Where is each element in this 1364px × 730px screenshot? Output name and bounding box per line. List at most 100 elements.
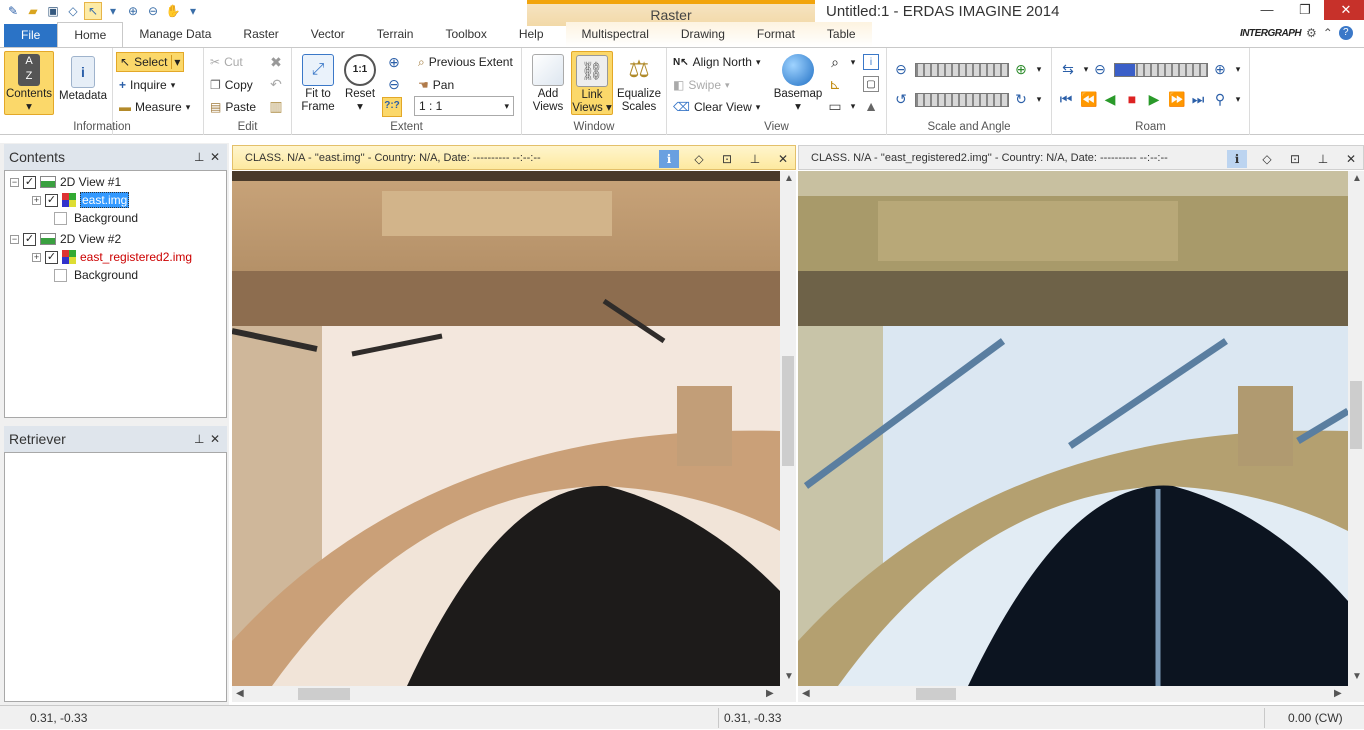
view1-hscroll-thumb[interactable] [298, 688, 350, 700]
tree-item-background-2[interactable]: Background [54, 266, 138, 284]
open-icon[interactable]: ▰ [24, 2, 42, 20]
play-icon[interactable]: ▶ [1146, 91, 1162, 107]
app-icon[interactable]: ✎ [4, 2, 22, 20]
previous-extent-button[interactable]: ⌕ Previous Extent [418, 52, 513, 72]
tree-item-background-1[interactable]: Background [54, 209, 138, 227]
tab-format[interactable]: Format [740, 22, 811, 47]
eraser-icon[interactable]: ◇ [689, 150, 709, 168]
scroll-left-icon[interactable]: ◀ [236, 688, 244, 699]
customize-qat-icon[interactable]: ▾ [184, 2, 202, 20]
tab-home[interactable]: Home [57, 22, 124, 47]
cursor-select-icon[interactable]: ↖ [84, 2, 102, 20]
cut-button[interactable]: ✂ Cut [210, 52, 243, 72]
tab-manage-data[interactable]: Manage Data [123, 22, 227, 47]
play-reverse-icon[interactable]: ◀ [1102, 91, 1118, 107]
close-icon[interactable]: ✕ [210, 426, 220, 452]
tab-raster[interactable]: Raster [227, 22, 294, 47]
scale-slider[interactable] [915, 63, 1009, 77]
close-icon[interactable]: ✕ [773, 150, 793, 168]
delete-icon[interactable]: ✖ [268, 54, 284, 70]
zoom-in-icon[interactable]: ⊕ [386, 54, 402, 70]
tab-file[interactable]: File [4, 24, 58, 47]
view1-image[interactable] [232, 171, 780, 686]
window-icon[interactable]: ▢ [863, 76, 879, 92]
chevron-down-icon[interactable]: ▾ [1230, 91, 1246, 107]
inquire-button[interactable]: + Inquire ▾ [119, 75, 175, 95]
info-icon[interactable]: i [863, 54, 879, 70]
zoom-query-icon[interactable]: ?:? [382, 97, 402, 117]
tree-item-view2[interactable]: − ✓ 2D View #2 [10, 230, 121, 248]
roam-options-icon[interactable]: ⚲ [1212, 91, 1228, 107]
view1-checkbox[interactable]: ✓ [23, 175, 36, 189]
pin-icon[interactable]: ⊥ [194, 426, 204, 452]
background1-checkbox[interactable] [54, 211, 67, 225]
view2-vscroll-thumb[interactable] [1350, 381, 1362, 449]
swipe-button[interactable]: ◧ Swipe ▾ [673, 75, 730, 95]
scroll-up-icon[interactable]: ▲ [1352, 173, 1362, 184]
tab-help[interactable]: Help [503, 22, 560, 47]
background2-checkbox[interactable] [54, 268, 67, 282]
expand-icon[interactable]: + [32, 195, 41, 205]
roam-minus-icon[interactable]: ⊖ [1092, 61, 1108, 77]
save-icon[interactable]: ▣ [44, 2, 62, 20]
paste-button[interactable]: ▤ Paste [210, 97, 256, 117]
link-views-button[interactable]: ⛓ Link Views ▾ [571, 51, 613, 115]
clear-view-button[interactable]: ⌫ Clear View ▾ [673, 97, 760, 117]
east-registered2-checkbox[interactable]: ✓ [45, 250, 58, 264]
tree-item-east-registered2-img[interactable]: + ✓ east_registered2.img [32, 248, 192, 266]
undo-icon[interactable]: ↶ [268, 76, 284, 92]
eraser-icon[interactable]: ◇ [64, 2, 82, 20]
view2-horizontal-scrollbar[interactable]: ◀ ▶ [798, 686, 1364, 702]
pin-icon[interactable]: ⊥ [1313, 150, 1333, 168]
first-frame-icon[interactable]: ⏮ [1058, 91, 1074, 107]
scroll-down-icon[interactable]: ▼ [784, 671, 794, 682]
roam-plus-icon[interactable]: ⊕ [1212, 61, 1228, 77]
north-icon[interactable]: ▲ [863, 98, 879, 114]
tab-vector[interactable]: Vector [295, 22, 361, 47]
add-views-button[interactable]: Add Views [528, 54, 568, 114]
last-frame-icon[interactable]: ⏭ [1190, 91, 1206, 107]
reset-button[interactable]: 1:1 Reset ▾ [342, 54, 378, 114]
info-icon[interactable]: ℹ [659, 150, 679, 168]
basemap-button[interactable]: Basemap ▾ [773, 54, 823, 114]
view2-vertical-scrollbar[interactable]: ▲ ▼ [1348, 171, 1364, 686]
scroll-right-icon[interactable]: ▶ [1334, 688, 1342, 699]
rotate-right-icon[interactable]: ↻ [1013, 91, 1029, 107]
pan-button[interactable]: ☚ Pan [418, 75, 454, 95]
pin-icon[interactable]: ⊥ [745, 150, 765, 168]
view1-horizontal-scrollbar[interactable]: ◀ ▶ [232, 686, 796, 702]
close-icon[interactable]: ✕ [1341, 150, 1361, 168]
tab-terrain[interactable]: Terrain [361, 22, 430, 47]
info-icon[interactable]: ℹ [1227, 150, 1247, 168]
view1-vertical-scrollbar[interactable]: ▲ ▼ [780, 171, 796, 686]
stop-icon[interactable]: ■ [1124, 91, 1140, 107]
scroll-up-icon[interactable]: ▲ [784, 173, 794, 184]
tab-drawing[interactable]: Drawing [664, 22, 741, 47]
lock-icon[interactable]: ⊡ [1285, 150, 1305, 168]
minimize-icon[interactable]: — [1248, 0, 1286, 20]
view2-image[interactable] [798, 171, 1348, 686]
zoom-plus-icon[interactable]: ⊕ [1013, 61, 1029, 77]
tree-item-east-img[interactable]: + ✓ east.img [32, 191, 130, 209]
view2-hscroll-thumb[interactable] [916, 688, 956, 700]
east-img-checkbox[interactable]: ✓ [45, 193, 58, 207]
measure-button[interactable]: ▬ Measure ▾ [119, 97, 190, 117]
rotate-left-icon[interactable]: ↺ [893, 91, 909, 107]
paste-special-icon[interactable]: ▥ [268, 98, 284, 114]
tab-toolbox[interactable]: Toolbox [429, 22, 502, 47]
view1-vscroll-thumb[interactable] [782, 356, 794, 466]
metadata-button[interactable]: i Metadata [56, 56, 110, 103]
fit-to-frame-button[interactable]: ⤢ Fit to Frame [298, 54, 338, 114]
fill-color-icon[interactable]: ▭ [827, 98, 843, 114]
equalize-scales-button[interactable]: ⚖ Equalize Scales [615, 54, 663, 114]
chevron-down-icon[interactable]: ▾ [845, 98, 861, 114]
collapse-icon[interactable]: − [10, 234, 19, 244]
collapse-icon[interactable]: − [10, 177, 19, 187]
zoom-out-icon[interactable]: ⊖ [144, 2, 162, 20]
select-button[interactable]: ↖ Select ▾ [116, 52, 184, 72]
help-icon[interactable]: ? [1338, 26, 1353, 40]
zoom-minus-icon[interactable]: ⊖ [893, 61, 909, 77]
close-icon[interactable]: ✕ [210, 144, 220, 170]
lock-icon[interactable]: ⊡ [717, 150, 737, 168]
contents-button[interactable]: AZ Contents ▾ [4, 51, 54, 115]
